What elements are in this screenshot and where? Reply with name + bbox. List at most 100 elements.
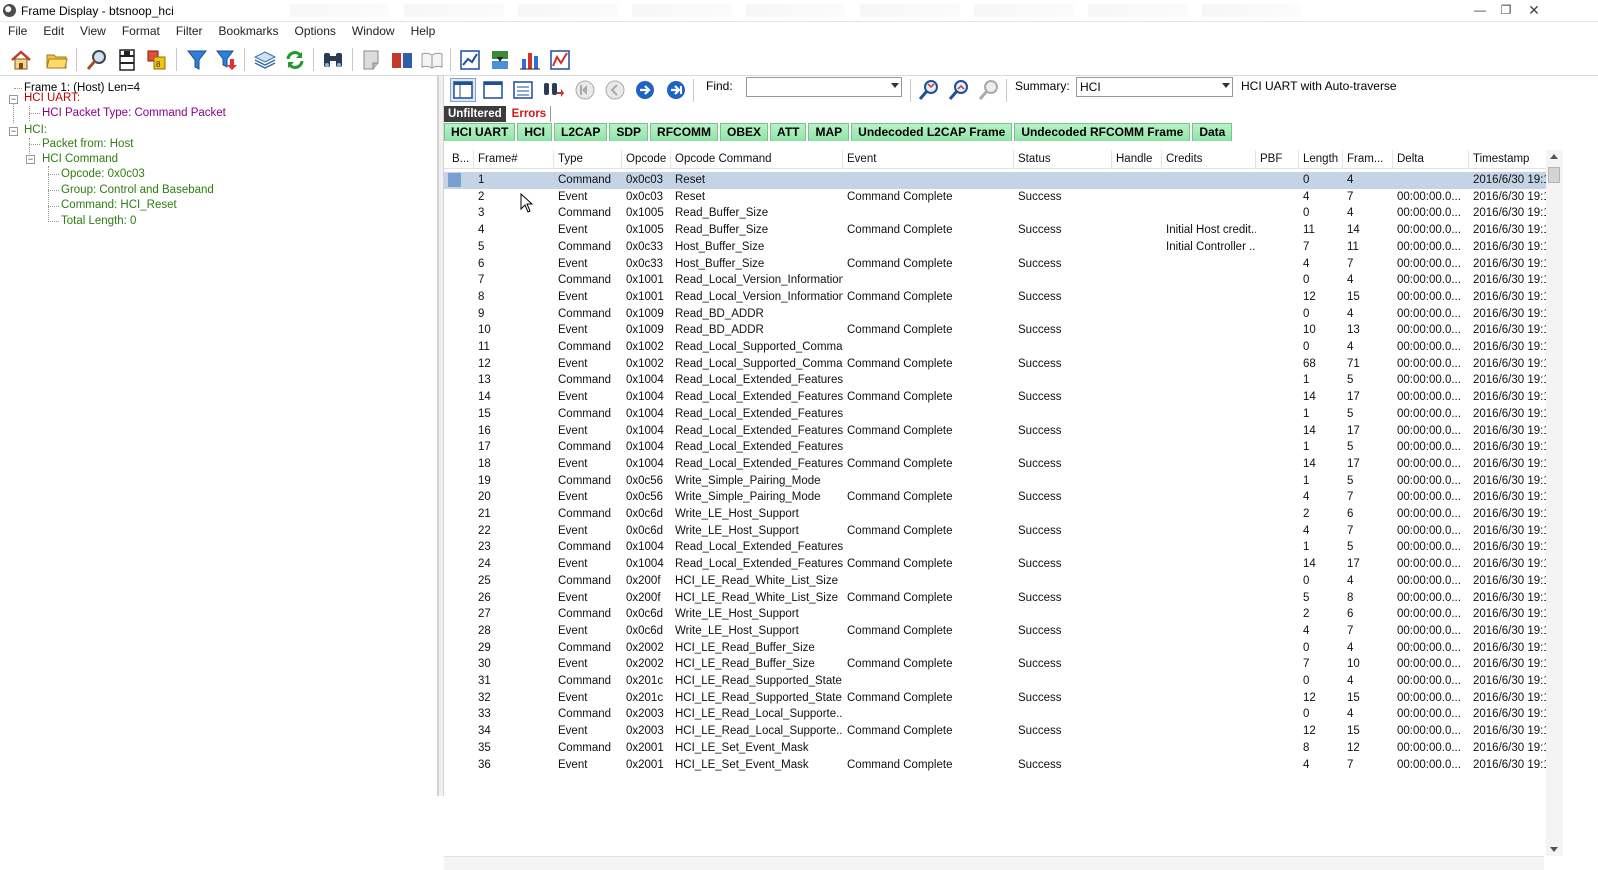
book-icon[interactable] bbox=[389, 47, 415, 72]
tab-errors[interactable]: Errors bbox=[507, 106, 552, 122]
next-frame-icon[interactable] bbox=[632, 78, 658, 102]
table-row[interactable]: 10 Event 0x1009 Read_BD_ADDR Command Complet… bbox=[444, 322, 1550, 339]
tree-command[interactable]: Command: HCI_Reset bbox=[61, 198, 177, 213]
tab-unfiltered[interactable]: Unfiltered bbox=[444, 106, 506, 122]
close-button[interactable]: ✕ bbox=[1522, 2, 1546, 18]
tab-map[interactable]: MAP bbox=[808, 123, 850, 141]
table-row[interactable]: 31 Command 0x201c HCI_LE_Read_Supported_Sta… bbox=[444, 673, 1550, 690]
tree-hci-uart[interactable]: HCI UART: bbox=[24, 91, 80, 106]
filter-red-icon[interactable] bbox=[214, 47, 240, 72]
last-frame-icon[interactable] bbox=[663, 78, 689, 102]
vertical-scrollbar[interactable] bbox=[1546, 150, 1563, 856]
home-icon[interactable] bbox=[8, 47, 34, 72]
table-row[interactable]: 14 Event 0x1004 Read_Local_Extended_Feature… bbox=[444, 389, 1550, 406]
line-chart-icon[interactable] bbox=[547, 47, 573, 72]
chip-icon[interactable] bbox=[487, 47, 513, 72]
menu-format[interactable]: Format bbox=[114, 22, 168, 42]
tree-hci[interactable]: HCI: bbox=[24, 123, 47, 138]
table-row[interactable]: 30 Event 0x2002 HCI_LE_Read_Buffer_Size Comm… bbox=[444, 656, 1550, 673]
bar-chart-icon[interactable] bbox=[517, 47, 543, 72]
table-row[interactable]: 15 Command 0x1004 Read_Local_Extended_Featu… bbox=[444, 406, 1550, 423]
layout-list-icon[interactable] bbox=[510, 78, 536, 102]
table-row[interactable]: 28 Event 0x0c6d Write_LE_Host_Support Comman… bbox=[444, 623, 1550, 640]
col-timestamp-header[interactable]: Timestamp bbox=[1469, 150, 1549, 169]
tree-opcode[interactable]: Opcode: 0x0c03 bbox=[61, 167, 145, 182]
binoculars-arrow-icon[interactable] bbox=[540, 78, 566, 102]
col-event-header[interactable]: Event bbox=[843, 150, 1014, 169]
table-row[interactable]: 21 Command 0x0c6d Write_LE_Host_Support 2 6 00… bbox=[444, 506, 1550, 523]
table-row[interactable]: 4 Event 0x1005 Read_Buffer_Size Command Comp… bbox=[444, 222, 1550, 239]
refresh-icon[interactable] bbox=[282, 47, 308, 72]
table-row[interactable]: 32 Event 0x201c HCI_LE_Read_Supported_State… bbox=[444, 690, 1550, 707]
tree-packet-from[interactable]: Packet from: Host bbox=[42, 137, 133, 152]
table-row[interactable]: 8 Event 0x1001 Read_Local_Version_Informati… bbox=[444, 289, 1550, 306]
col-frame-len-header[interactable]: Fram... bbox=[1343, 150, 1393, 169]
chart-icon[interactable] bbox=[457, 47, 483, 72]
tab-hci-uart[interactable]: HCI UART bbox=[444, 123, 516, 141]
table-row[interactable]: 3 Command 0x1005 Read_Buffer_Size 0 4 00:00:00… bbox=[444, 205, 1550, 222]
table-row[interactable]: 13 Command 0x1004 Read_Local_Extended_Featu… bbox=[444, 372, 1550, 389]
tree-total-length[interactable]: Total Length: 0 bbox=[61, 214, 136, 229]
tab-hci[interactable]: HCI bbox=[517, 123, 552, 141]
col-b-header[interactable]: B... bbox=[448, 150, 474, 169]
prev-frame-icon[interactable] bbox=[602, 78, 628, 102]
table-row[interactable]: 29 Command 0x2002 HCI_LE_Read_Buffer_Size 0 4… bbox=[444, 640, 1550, 657]
col-handle-header[interactable]: Handle bbox=[1112, 150, 1162, 169]
table-row[interactable]: 20 Event 0x0c56 Write_Simple_Pairing_Mode Co… bbox=[444, 489, 1550, 506]
table-row[interactable]: 11 Command 0x1002 Read_Local_Supported_Comm… bbox=[444, 339, 1550, 356]
table-row[interactable]: 9 Command 0x1009 Read_BD_ADDR 0 4 00:00:00.0..… bbox=[444, 306, 1550, 323]
find-next-icon[interactable] bbox=[946, 78, 972, 102]
frame-icon[interactable] bbox=[114, 47, 140, 72]
menu-edit[interactable]: Edit bbox=[35, 22, 72, 42]
open-book-icon[interactable] bbox=[419, 47, 445, 72]
col-pbf-header[interactable]: PBF bbox=[1256, 150, 1299, 169]
note-icon[interactable] bbox=[359, 47, 385, 72]
find-input[interactable] bbox=[746, 77, 902, 97]
tab-att[interactable]: ATT bbox=[770, 123, 807, 141]
table-row[interactable]: 33 Command 0x2003 HCI_LE_Read_Local_Support… bbox=[444, 706, 1550, 723]
col-credits-header[interactable]: Credits bbox=[1162, 150, 1256, 169]
table-row[interactable]: 27 Command 0x0c6d Write_LE_Host_Support 2 6 00… bbox=[444, 606, 1550, 623]
table-row[interactable]: 34 Event 0x2003 HCI_LE_Read_Local_Supporte.… bbox=[444, 723, 1550, 740]
tab-undecoded-l2cap[interactable]: Undecoded L2CAP Frame bbox=[851, 123, 1013, 141]
table-row[interactable]: 5 Command 0x0c33 Host_Buffer_Size Initial Co… bbox=[444, 239, 1550, 256]
col-frame-header[interactable]: Frame# bbox=[474, 150, 554, 169]
scroll-thumb[interactable] bbox=[1548, 167, 1560, 183]
find-prev-icon[interactable] bbox=[916, 78, 942, 102]
table-row[interactable]: 1 Command 0x0c03 Reset 0 4 2016/6/30 19:1 bbox=[444, 172, 1550, 189]
menu-filter[interactable]: Filter bbox=[168, 22, 211, 42]
table-row[interactable]: 17 Command 0x1004 Read_Local_Extended_Featu… bbox=[444, 439, 1550, 456]
col-opcode-command-header[interactable]: Opcode Command bbox=[671, 150, 843, 169]
horizontal-scrollbar[interactable] bbox=[444, 856, 1544, 870]
first-frame-icon[interactable] bbox=[572, 78, 598, 102]
col-opcode-header[interactable]: Opcode bbox=[622, 150, 671, 169]
tab-undecoded-rfcomm[interactable]: Undecoded RFCOMM Frame bbox=[1014, 123, 1191, 141]
menu-window[interactable]: Window bbox=[344, 22, 403, 42]
menu-bookmarks[interactable]: Bookmarks bbox=[211, 22, 287, 42]
scroll-down-icon[interactable] bbox=[1550, 847, 1558, 852]
collapse-toggle-hci-uart[interactable]: − bbox=[9, 95, 18, 104]
collapse-toggle-hci-command[interactable]: − bbox=[26, 155, 35, 164]
table-row[interactable]: 16 Event 0x1004 Read_Local_Extended_Feature… bbox=[444, 423, 1550, 440]
table-row[interactable]: 7 Command 0x1001 Read_Local_Version_Informa… bbox=[444, 272, 1550, 289]
menu-view[interactable]: View bbox=[72, 22, 114, 42]
tab-data[interactable]: Data bbox=[1192, 123, 1233, 141]
tree-hci-command[interactable]: HCI Command bbox=[42, 152, 118, 167]
table-row[interactable]: 12 Event 0x1002 Read_Local_Supported_Comma.… bbox=[444, 356, 1550, 373]
chevron-down-icon[interactable] bbox=[1222, 83, 1230, 88]
col-length-header[interactable]: Length bbox=[1299, 150, 1343, 169]
open-folder-icon[interactable] bbox=[44, 47, 70, 72]
binoculars-icon[interactable] bbox=[320, 47, 346, 72]
table-row[interactable]: 22 Event 0x0c6d Write_LE_Host_Support Comman… bbox=[444, 523, 1550, 540]
table-row[interactable]: 2 Event 0x0c03 Reset Command Complete Success… bbox=[444, 189, 1550, 206]
find-clear-icon[interactable] bbox=[976, 78, 1002, 102]
table-row[interactable]: 26 Event 0x200f HCI_LE_Read_White_List_Size… bbox=[444, 590, 1550, 607]
table-row[interactable]: 6 Event 0x0c33 Host_Buffer_Size Command Comp… bbox=[444, 256, 1550, 273]
tab-obex[interactable]: OBEX bbox=[720, 123, 769, 141]
tree-packet-type[interactable]: HCI Packet Type: Command Packet bbox=[42, 106, 226, 121]
tab-rfcomm[interactable]: RFCOMM bbox=[650, 123, 719, 141]
filter-icon[interactable] bbox=[184, 47, 210, 72]
table-row[interactable]: 35 Command 0x2001 HCI_LE_Set_Event_Mask 8 12 0… bbox=[444, 740, 1550, 757]
layout-split-icon[interactable] bbox=[450, 78, 476, 102]
menu-help[interactable]: Help bbox=[403, 22, 444, 42]
